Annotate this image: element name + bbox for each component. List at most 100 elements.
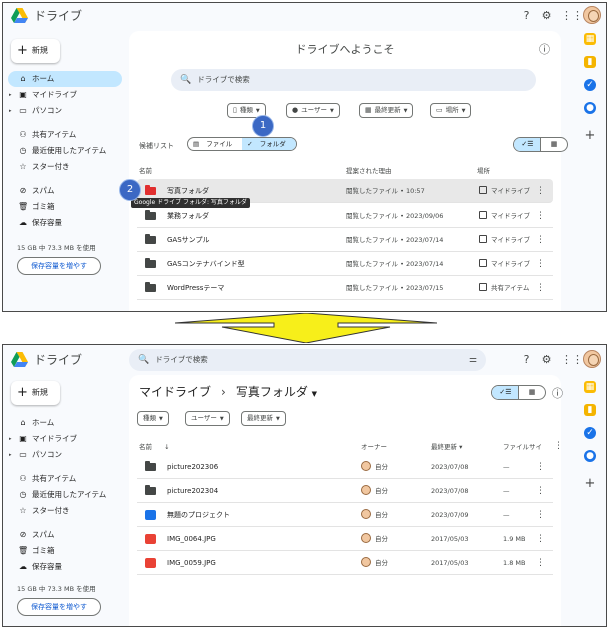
sidebar-item-starred[interactable]: ☆ スター付き bbox=[8, 503, 122, 519]
table-row[interactable]: picture202304 自分 2023/07/08 — ⋮ bbox=[137, 479, 553, 503]
breadcrumb-current-folder[interactable]: 写真フォルダ ▼ bbox=[236, 385, 317, 399]
search-options-icon[interactable]: ⚌ bbox=[469, 349, 477, 371]
suggest-folders-button[interactable]: ✓ フォルダ bbox=[242, 138, 296, 150]
view-toggle: ✓☰ ▦ bbox=[513, 137, 568, 152]
owner-avatar bbox=[361, 509, 371, 519]
more-actions-icon[interactable]: ⋮ bbox=[536, 527, 545, 551]
column-more-icon[interactable]: ⋮ bbox=[554, 441, 563, 451]
folder-icon bbox=[145, 485, 156, 495]
grid-view-button[interactable]: ▦ bbox=[518, 386, 545, 399]
column-reason: 提案された理由 bbox=[346, 167, 392, 175]
search-input[interactable]: 🔍 ドライブで検索 bbox=[171, 69, 536, 91]
table-row[interactable]: IMG_0064.JPG 自分 2017/05/03 1.9 MB ⋮ bbox=[137, 527, 553, 551]
table-row[interactable]: GASサンプル 閲覧したファイル • 2023/07/14 マイドライブ ⋮ bbox=[137, 228, 553, 252]
more-actions-icon[interactable]: ⋮ bbox=[536, 179, 545, 203]
table-row[interactable]: IMG_0059.JPG 自分 2017/05/03 1.8 MB ⋮ bbox=[137, 551, 553, 575]
filter-people[interactable]: ユーザー ▼ bbox=[185, 411, 230, 426]
sidebar-item-recent[interactable]: ◷ 最近使用したアイテム bbox=[8, 143, 122, 159]
settings-icon[interactable]: ⚙ bbox=[540, 9, 553, 22]
sidebar-item-my-drive[interactable]: ▸ ▣ マイドライブ bbox=[8, 431, 122, 447]
more-actions-icon[interactable]: ⋮ bbox=[536, 228, 545, 252]
more-actions-icon[interactable]: ⋮ bbox=[536, 503, 545, 527]
sidebar-item-starred[interactable]: ☆ スター付き bbox=[8, 159, 122, 175]
filter-people[interactable]: ● ユーザー ▼ bbox=[286, 103, 340, 118]
column-modified[interactable]: 最終更新 ▾ bbox=[431, 441, 462, 451]
breadcrumb-my-drive[interactable]: マイドライブ bbox=[139, 385, 211, 399]
filter-location[interactable]: ▭ 場所 ▼ bbox=[430, 103, 472, 118]
sidebar-item-trash[interactable]: 🗑 ゴミ箱 bbox=[8, 543, 122, 559]
list-view-button[interactable]: ✓☰ bbox=[514, 138, 541, 151]
search-input[interactable]: 🔍 ドライブで検索 ⚌ bbox=[129, 349, 486, 371]
avatar[interactable] bbox=[583, 6, 601, 24]
owner-avatar bbox=[361, 557, 371, 567]
drive-logo-icon bbox=[11, 8, 28, 23]
sidebar-item-recent[interactable]: ◷ 最近使用したアイテム bbox=[8, 487, 122, 503]
expand-caret-icon[interactable]: ▸ bbox=[9, 103, 12, 119]
column-size[interactable]: ファイルサイ bbox=[503, 441, 542, 451]
keep-icon[interactable]: ▮ bbox=[584, 56, 596, 68]
contacts-icon[interactable]: ● bbox=[584, 102, 596, 114]
info-icon[interactable]: ⓘ bbox=[551, 387, 564, 400]
step-badge-1: 1 bbox=[252, 115, 274, 137]
suggest-files-button[interactable]: ▤ ファイル bbox=[188, 138, 242, 150]
sidebar-item-shared[interactable]: ⚇ 共有アイテム bbox=[8, 127, 122, 143]
sidebar-item-my-drive[interactable]: ▸ ▣ マイドライブ bbox=[8, 87, 122, 103]
more-actions-icon[interactable]: ⋮ bbox=[536, 276, 545, 300]
table-row[interactable]: 無題のプロジェクト 自分 2023/07/09 — ⋮ bbox=[137, 503, 553, 527]
keep-icon[interactable]: ▮ bbox=[584, 404, 596, 416]
table-row[interactable]: picture202306 自分 2023/07/08 — ⋮ bbox=[137, 455, 553, 479]
help-icon[interactable]: ? bbox=[520, 353, 533, 366]
owner-avatar bbox=[361, 485, 371, 495]
sidebar-item-computers[interactable]: ▸ ▭ パソコン bbox=[8, 103, 122, 119]
get-more-storage-button[interactable]: 保存容量を増やす bbox=[17, 598, 101, 616]
sidebar-item-storage[interactable]: ☁ 保存容量 bbox=[8, 559, 122, 575]
add-apps-icon[interactable]: + bbox=[584, 129, 596, 142]
get-more-storage-button[interactable]: 保存容量を増やす bbox=[17, 257, 101, 275]
help-icon[interactable]: ? bbox=[520, 9, 533, 22]
expand-caret-icon[interactable]: ▸ bbox=[9, 87, 12, 103]
info-icon[interactable]: ⓘ bbox=[538, 43, 551, 56]
table-row[interactable]: GASコンテナバインド型 閲覧したファイル • 2023/07/14 マイドライ… bbox=[137, 252, 553, 276]
sidebar-item-spam[interactable]: ⊘ スパム bbox=[8, 527, 122, 543]
tasks-icon[interactable]: ✓ bbox=[584, 427, 596, 439]
list-view-button[interactable]: ✓☰ bbox=[492, 386, 519, 399]
tasks-icon[interactable]: ✓ bbox=[584, 79, 596, 91]
table-row[interactable]: WordPressテーマ 閲覧したファイル • 2023/07/15 共有アイテ… bbox=[137, 276, 553, 300]
sidebar-item-trash[interactable]: 🗑 ゴミ箱 bbox=[8, 199, 122, 215]
calendar-icon[interactable]: ▦ bbox=[584, 381, 596, 393]
avatar[interactable] bbox=[583, 350, 601, 368]
settings-icon[interactable]: ⚙ bbox=[540, 353, 553, 366]
expand-caret-icon[interactable]: ▸ bbox=[9, 431, 12, 447]
sidebar-item-storage[interactable]: ☁ 保存容量 bbox=[8, 215, 122, 231]
more-actions-icon[interactable]: ⋮ bbox=[536, 551, 545, 575]
sidebar-item-spam[interactable]: ⊘ スパム bbox=[8, 183, 122, 199]
plus-icon: + bbox=[17, 43, 28, 58]
new-button[interactable]: + 新規 bbox=[11, 381, 60, 405]
more-actions-icon[interactable]: ⋮ bbox=[536, 204, 545, 228]
sidebar-item-home[interactable]: ⌂ ホーム bbox=[8, 71, 122, 87]
filter-modified[interactable]: ▦ 最終更新 ▼ bbox=[359, 103, 414, 118]
apps-grid-icon[interactable]: ⋮⋮ bbox=[561, 353, 583, 366]
add-apps-icon[interactable]: + bbox=[584, 477, 596, 490]
sidebar-item-computers[interactable]: ▸ ▭ パソコン bbox=[8, 447, 122, 463]
apps-grid-icon[interactable]: ⋮⋮ bbox=[561, 9, 583, 22]
column-name[interactable]: 名前 bbox=[139, 165, 152, 175]
more-actions-icon[interactable]: ⋮ bbox=[536, 455, 545, 479]
step-badge-2: 2 bbox=[119, 179, 141, 201]
sidebar-item-home[interactable]: ⌂ ホーム bbox=[8, 415, 122, 431]
more-actions-icon[interactable]: ⋮ bbox=[536, 252, 545, 276]
calendar-icon[interactable]: ▦ bbox=[584, 33, 596, 45]
sidebar-item-shared[interactable]: ⚇ 共有アイテム bbox=[8, 471, 122, 487]
new-button[interactable]: + 新規 bbox=[11, 39, 60, 63]
folder-icon: ▭ bbox=[436, 106, 443, 114]
more-actions-icon[interactable]: ⋮ bbox=[536, 479, 545, 503]
filter-type[interactable]: 種類 ▼ bbox=[137, 411, 169, 426]
grid-view-button[interactable]: ▦ bbox=[540, 138, 567, 151]
sort-arrow-icon[interactable]: ↓ bbox=[164, 443, 169, 451]
filter-modified[interactable]: 最終更新 ▼ bbox=[241, 411, 286, 426]
column-owner[interactable]: オーナー bbox=[361, 441, 387, 451]
expand-caret-icon[interactable]: ▸ bbox=[9, 447, 12, 463]
owner-avatar bbox=[361, 461, 371, 471]
contacts-icon[interactable]: ● bbox=[584, 450, 596, 462]
column-name[interactable]: 名前 ↓ bbox=[139, 441, 170, 451]
